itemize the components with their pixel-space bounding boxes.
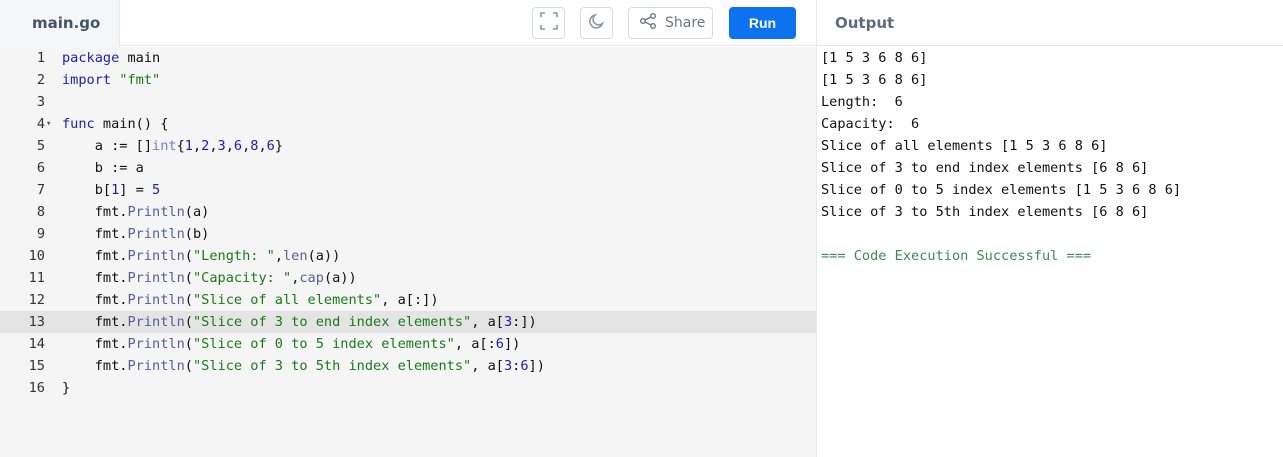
code-text: package main	[62, 50, 161, 66]
line-number: 1	[36, 50, 45, 66]
code-text: a := []int{1,2,3,6,8,6}	[62, 138, 284, 154]
share-label: Share	[665, 15, 706, 31]
code-line[interactable]: 7 b[1] = 5	[0, 179, 816, 201]
code-line[interactable]: 4 ▾ func main() {	[0, 113, 816, 135]
code-line[interactable]: 15 fmt.Println("Slice of 3 to 5th index …	[0, 355, 816, 377]
header-divider	[816, 0, 817, 46]
line-number: 10	[28, 248, 45, 264]
output-line: Slice of all elements [1 5 3 6 8 6]	[821, 138, 1108, 154]
code-line[interactable]: 9 fmt.Println(b)	[0, 223, 816, 245]
line-number: 12	[28, 292, 45, 308]
output-line: [1 5 3 6 8 6]	[821, 50, 928, 66]
code-text: fmt.Println("Slice of all elements", a[:…	[62, 292, 439, 308]
output-line: Length: 6	[821, 94, 903, 110]
fullscreen-icon	[539, 12, 558, 34]
output-title: Output	[835, 14, 895, 32]
share-icon	[639, 12, 657, 34]
code-text: fmt.Println(b)	[62, 226, 210, 242]
line-number: 9	[36, 226, 45, 242]
line-number: 8	[36, 204, 45, 220]
code-line[interactable]: 11 fmt.Println("Capacity: ",cap(a))	[0, 267, 816, 289]
line-number: 11	[28, 270, 45, 286]
share-button[interactable]: Share	[628, 7, 713, 39]
code-line[interactable]: 2 import "fmt"	[0, 69, 816, 91]
output-line: Slice of 3 to end index elements [6 8 6]	[821, 160, 1149, 176]
fullscreen-button[interactable]	[532, 7, 565, 39]
line-number: 13	[28, 314, 45, 330]
code-line[interactable]: 3	[0, 91, 816, 113]
code-text: fmt.Println("Capacity: ",cap(a))	[62, 270, 357, 286]
output-line: Capacity: 6	[821, 116, 920, 132]
code-line[interactable]: 6 b := a	[0, 157, 816, 179]
code-text: fmt.Println("Slice of 3 to 5th index ele…	[62, 358, 545, 374]
execution-status: === Code Execution Successful ===	[821, 248, 1092, 264]
code-line[interactable]: 10 fmt.Println("Length: ",len(a))	[0, 245, 816, 267]
code-line[interactable]: 8 fmt.Println(a)	[0, 201, 816, 223]
line-number: 5	[36, 138, 45, 154]
run-button[interactable]: Run	[729, 7, 796, 39]
code-text: fmt.Println("Length: ",len(a))	[62, 248, 341, 264]
code-line[interactable]: 13 fmt.Println("Slice of 3 to end index …	[0, 311, 816, 333]
line-number: 3	[36, 94, 45, 110]
line-number: 14	[28, 336, 45, 352]
line-number: 7	[36, 182, 45, 198]
output-line: [1 5 3 6 8 6]	[821, 72, 928, 88]
code-line[interactable]: 5 a := []int{1,2,3,6,8,6}	[0, 135, 816, 157]
code-line[interactable]: 16}	[0, 377, 816, 399]
top-bar: main.go Share Run Output	[0, 0, 1283, 47]
line-number: 16	[28, 380, 45, 396]
file-tab-main-go[interactable]: main.go	[0, 0, 120, 47]
code-text: b := a	[62, 160, 144, 176]
code-text: func main() {	[62, 116, 169, 132]
code-text: fmt.Println("Slice of 3 to end index ele…	[62, 314, 537, 330]
code-text: fmt.Println("Slice of 0 to 5 index eleme…	[62, 336, 521, 352]
line-number: 6	[36, 160, 45, 176]
output-line: Slice of 0 to 5 index elements [1 5 3 6 …	[821, 182, 1182, 198]
moon-icon	[588, 12, 606, 34]
code-line[interactable]: 1 package main	[0, 47, 816, 69]
fold-toggle-icon[interactable]: ▾	[46, 113, 51, 135]
output-line: Slice of 3 to 5th index elements [6 8 6]	[821, 204, 1149, 220]
code-text: fmt.Println(a)	[62, 204, 210, 220]
code-text: import "fmt"	[62, 72, 161, 88]
code-editor[interactable]: 1 package main 2 import "fmt" 3 4 ▾ func main()…	[0, 47, 816, 457]
line-number: 15	[28, 358, 45, 374]
code-text: }	[62, 380, 71, 396]
code-line[interactable]: 12 fmt.Println("Slice of all elements", …	[0, 289, 816, 311]
line-number: 2	[36, 72, 45, 88]
code-text: b[1] = 5	[62, 182, 161, 198]
output-panel: [1 5 3 6 8 6] [1 5 3 6 8 6] Length: 6 Capac…	[817, 47, 1283, 457]
code-line[interactable]: 14 fmt.Println("Slice of 0 to 5 index el…	[0, 333, 816, 355]
theme-toggle-button[interactable]	[580, 7, 613, 39]
